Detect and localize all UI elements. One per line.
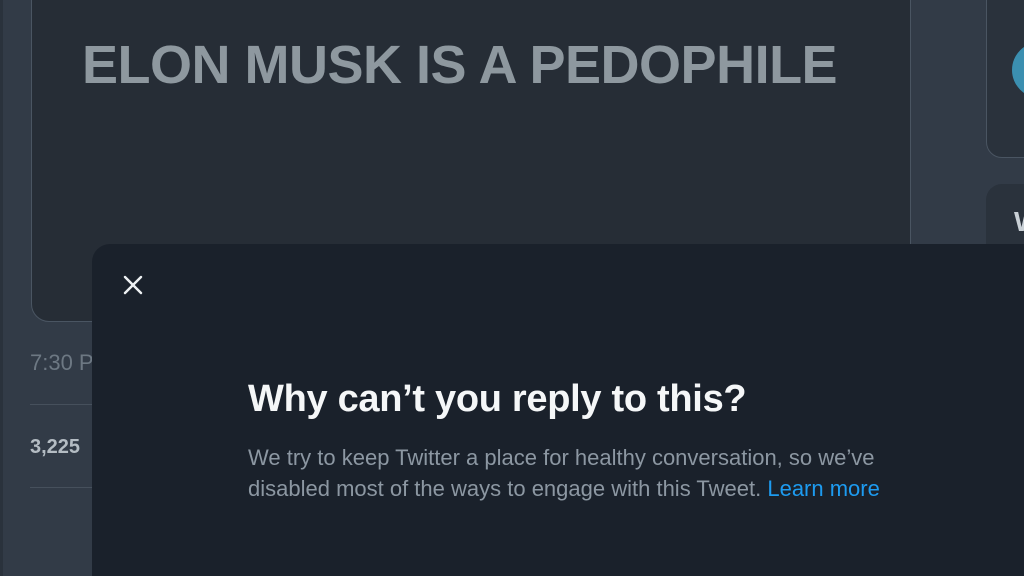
tweet-stat-count[interactable]: 3,225 <box>30 436 80 459</box>
modal-title: Why can’t you reply to this? <box>248 378 747 420</box>
close-icon <box>122 274 144 301</box>
learn-more-link[interactable]: Learn more <box>767 476 880 501</box>
sidebar-card-heading: W <box>1014 206 1024 238</box>
close-button[interactable] <box>114 268 152 306</box>
tweet-media-text: ELON MUSK IS A PEDOPHILE <box>82 35 838 95</box>
column-left-border <box>0 0 3 576</box>
modal-body: We try to keep Twitter a place for healt… <box>248 442 888 504</box>
app-window: ELON MUSK IS A PEDOPHILE 7:30 P 3,225 W … <box>0 0 1024 576</box>
tweet-timestamp[interactable]: 7:30 P <box>30 350 94 376</box>
